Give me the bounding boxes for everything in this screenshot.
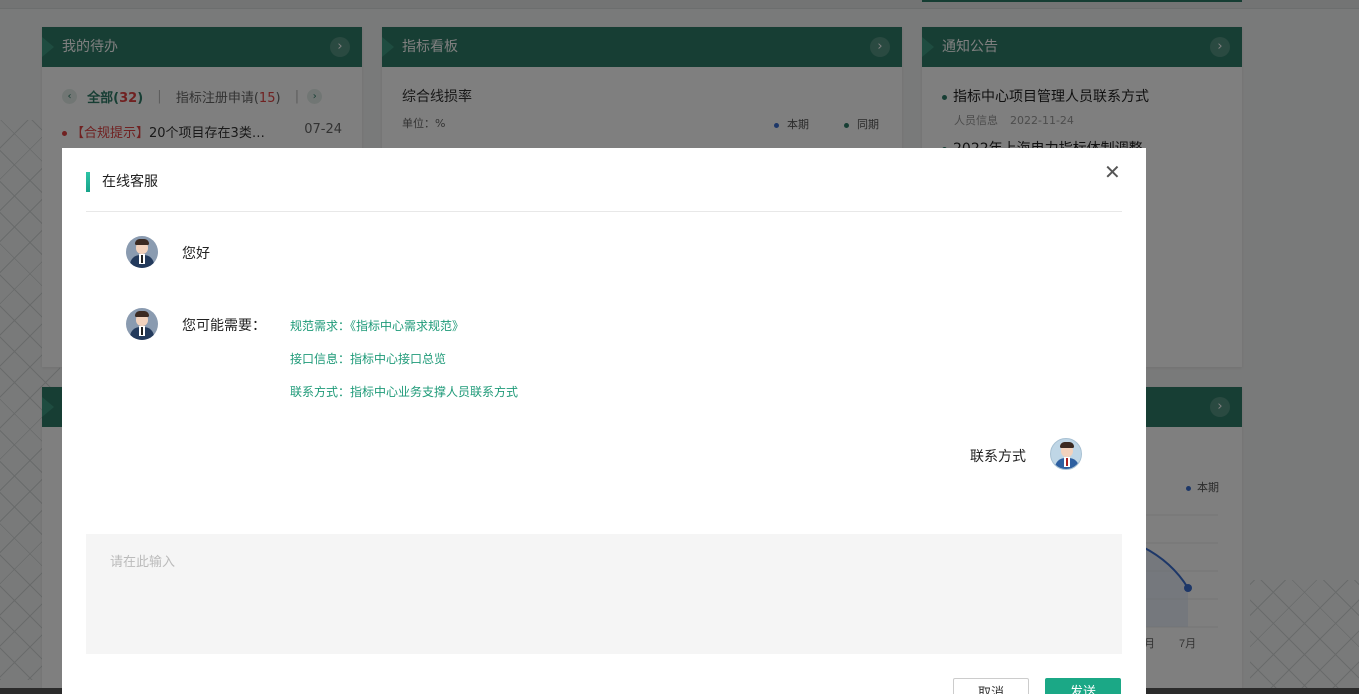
bot-suggest-label: 您可能需要： xyxy=(182,318,266,334)
avatar-hair xyxy=(135,311,149,317)
cancel-button[interactable]: 取消 xyxy=(953,678,1029,694)
avatar-tie xyxy=(1066,458,1068,466)
suggestion-link-spec[interactable]: 规范需求：《指标中心需求规范》 xyxy=(290,317,464,334)
send-button[interactable]: 发送 xyxy=(1045,678,1121,694)
avatar-tie xyxy=(141,327,143,335)
customer-service-dialog: 在线客服 ✕ 您好 您可能需要： 规范需求：《指标中心需求规范》 接口信息：指标… xyxy=(62,148,1146,694)
dialog-divider xyxy=(86,211,1122,212)
suggestion-link-contact[interactable]: 联系方式：指标中心业务支撑人员联系方式 xyxy=(290,383,518,400)
bot-greeting: 您好 xyxy=(182,246,210,262)
dialog-title: 在线客服 xyxy=(86,172,158,192)
user-avatar xyxy=(1050,438,1082,470)
close-icon[interactable]: ✕ xyxy=(1104,162,1121,182)
avatar-tie xyxy=(141,255,143,263)
avatar-hair xyxy=(135,239,149,245)
bot-avatar xyxy=(126,236,158,268)
user-message: 联系方式 xyxy=(970,449,1026,465)
suggestion-link-interface[interactable]: 接口信息：指标中心接口总览 xyxy=(290,350,446,367)
bot-avatar xyxy=(126,308,158,340)
message-input[interactable] xyxy=(86,534,1122,654)
avatar-hair xyxy=(1060,442,1074,448)
